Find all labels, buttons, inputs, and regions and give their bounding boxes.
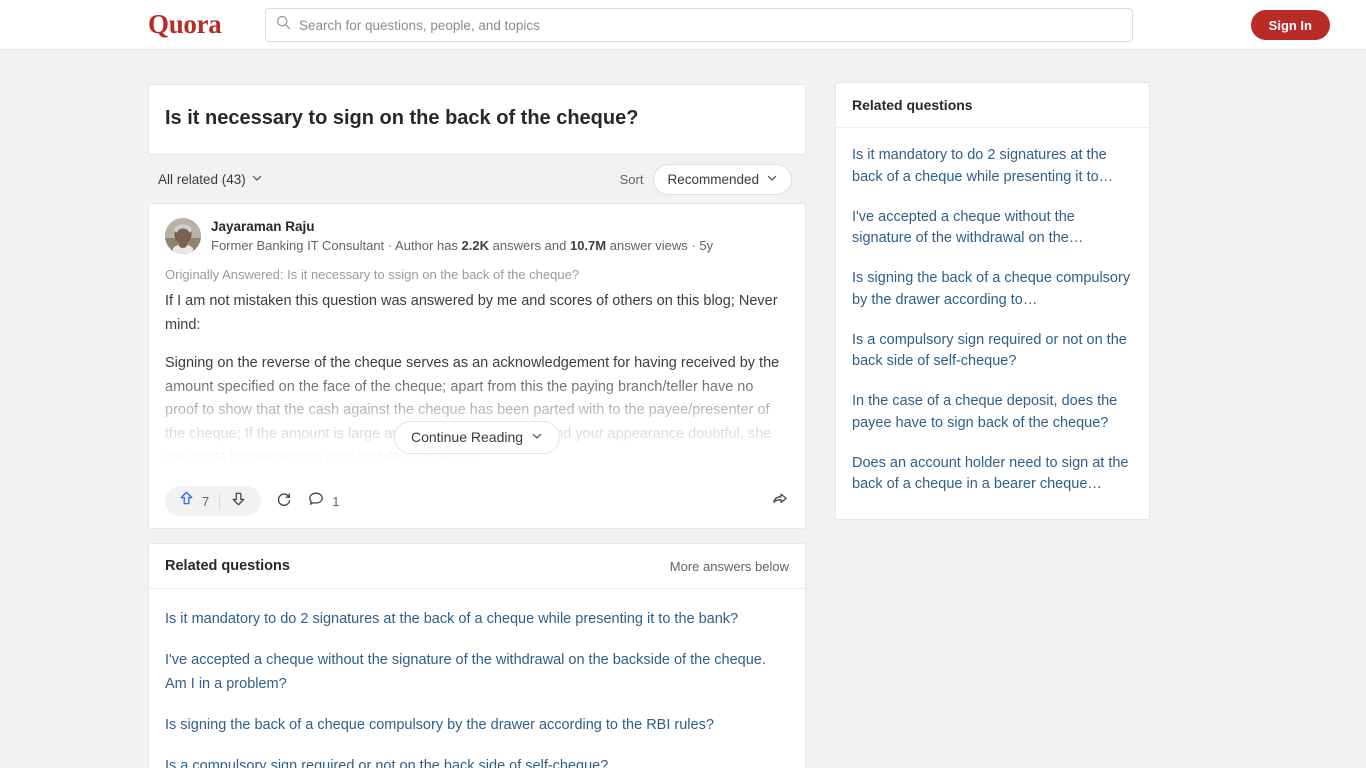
sidebar-item-related-1[interactable]: I've accepted a cheque without the signa… [852,198,1133,260]
sidebar-related-list: Is it mandatory to do 2 signatures at th… [836,128,1149,519]
answer-body: If I am not mistaken this question was a… [165,290,789,481]
sort-value: Recommended [667,171,759,187]
comment-button[interactable]: 1 [307,490,339,513]
sidebar-item-related-5[interactable]: Does an account holder need to sign at t… [852,444,1133,506]
author-name[interactable]: Jayaraman Raju [211,219,713,234]
author-credentials: Former Banking IT Consultant · Author ha… [211,237,713,255]
author-stats-middle: answers and [492,238,567,253]
sidebar-item-related-3[interactable]: Is a compulsory sign required or not on … [852,321,1133,383]
quora-logo[interactable]: Quora [148,9,222,40]
related-questions-title: Related questions [165,558,290,575]
sidebar-item-related-2[interactable]: Is signing the back of a cheque compulso… [852,259,1133,321]
answer-inner: Jayaraman Raju Former Banking IT Consult… [149,204,805,481]
sidebar-item-related-4[interactable]: In the case of a cheque deposit, does th… [852,382,1133,444]
author-row: Jayaraman Raju Former Banking IT Consult… [165,218,789,255]
share-button[interactable] [771,490,789,513]
answer-age: 5y [699,238,714,253]
vote-pill: 7 [165,486,262,517]
repost-icon [275,490,293,513]
meta-separator: · [387,238,393,253]
share-icon [771,490,789,513]
upvote-button[interactable]: 7 [169,490,219,512]
upvote-count: 7 [202,493,210,509]
related-questions-card: Related questions More answers below Is … [148,543,806,768]
sidebar-item-related-0[interactable]: Is it mandatory to do 2 signatures at th… [852,136,1133,198]
sidebar-title: Related questions [836,83,1149,128]
search-input[interactable] [299,17,1122,33]
list-item[interactable]: I've accepted a cheque without the signa… [165,640,789,704]
answer-card: Jayaraman Raju Former Banking IT Consult… [148,203,806,530]
all-related-label: All related (43) [158,171,246,187]
answer-paragraph: If I am not mistaken this question was a… [165,293,778,333]
author-stats-suffix: answer views [609,238,688,253]
main-column: Is it necessary to sign on the back of t… [148,84,806,768]
sidebar-related-questions-card: Related questions Is it mandatory to do … [835,82,1150,520]
list-item[interactable]: Is signing the back of a cheque compulso… [165,705,789,746]
chevron-down-icon [766,172,778,187]
search-icon [276,15,291,35]
more-answers-below-label[interactable]: More answers below [670,559,789,574]
page-title: Is it necessary to sign on the back of t… [165,107,639,129]
answer-action-bar: 7 1 [149,480,805,528]
continue-reading-label: Continue Reading [410,429,524,446]
sort-group: Sort Recommended [619,163,792,195]
answers-count: 2.2K [461,238,490,253]
site-header: Quora Sign In [0,0,1366,50]
meta-separator: · [691,238,696,253]
upvote-icon [178,490,195,512]
sidebar-column: Related questions Is it mandatory to do … [835,82,1150,520]
author-meta: Jayaraman Raju Former Banking IT Consult… [211,218,713,255]
sign-in-button[interactable]: Sign In [1250,10,1330,40]
sort-label: Sort [619,171,644,187]
author-credential-text: Former Banking IT Consultant [211,238,385,253]
comment-count: 1 [332,493,340,509]
chevron-down-icon [531,426,543,449]
list-item[interactable]: Is a compulsory sign required or not on … [165,746,789,768]
chevron-down-icon [251,172,263,187]
downvote-button[interactable] [220,490,257,512]
related-questions-list: Is it mandatory to do 2 signatures at th… [149,589,805,768]
comment-icon [307,490,325,513]
author-stats-prefix: Author has [395,238,458,253]
filter-row: All related (43) Sort Recommended [148,155,806,203]
avatar[interactable] [165,218,201,254]
search-bar[interactable] [265,8,1133,42]
question-card: Is it necessary to sign on the back of t… [148,84,806,155]
action-buttons-left: 7 1 [165,486,339,517]
sort-dropdown[interactable]: Recommended [653,163,792,195]
list-item[interactable]: Is it mandatory to do 2 signatures at th… [165,599,789,640]
originally-answered-label: Originally Answered: Is it necessary to … [165,267,580,283]
page-body: Is it necessary to sign on the back of t… [0,50,1366,768]
views-count: 10.7M [569,238,607,253]
continue-reading-button[interactable]: Continue Reading [393,421,561,455]
repost-button[interactable] [275,490,293,513]
related-questions-header: Related questions More answers below [149,544,805,590]
downvote-icon [230,490,247,512]
all-related-dropdown[interactable]: All related (43) [158,172,263,187]
